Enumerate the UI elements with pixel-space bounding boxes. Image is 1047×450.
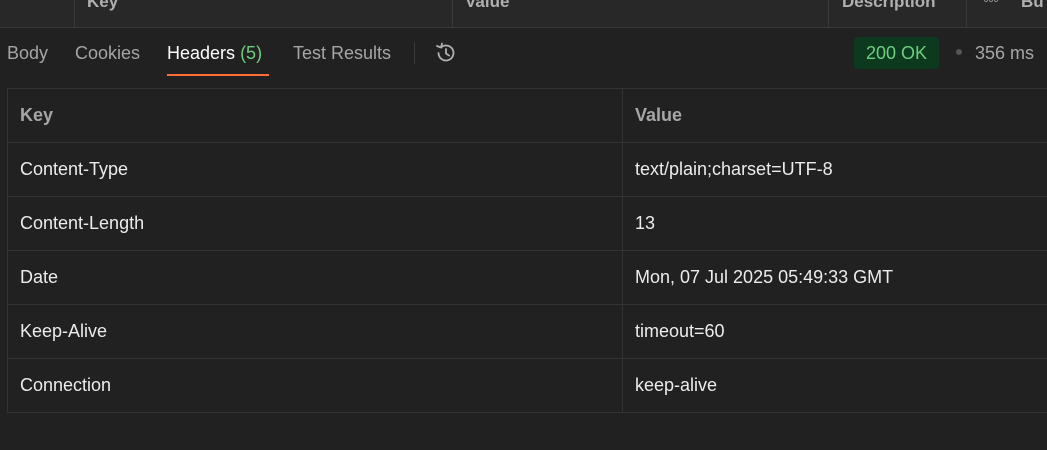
tab-cookies[interactable]: Cookies	[75, 42, 140, 64]
tab-body[interactable]: Body	[7, 42, 48, 64]
header-key[interactable]: Date	[20, 251, 58, 304]
header-key[interactable]: Content-Type	[20, 143, 128, 196]
column-divider	[622, 359, 623, 412]
table-header-row: Key Value	[8, 89, 1047, 143]
header-value[interactable]: 13	[635, 197, 655, 250]
column-divider	[622, 197, 623, 250]
params-column-value: Value	[465, 0, 510, 11]
table-row: Content-Length 13	[8, 197, 1047, 251]
response-panel: Key Value Description Bu Body Cookies He…	[0, 0, 1047, 450]
tab-headers-count: (5)	[240, 43, 263, 63]
more-dots-icon[interactable]	[983, 0, 999, 12]
column-divider	[622, 143, 623, 196]
tab-test-results[interactable]: Test Results	[293, 42, 391, 64]
params-column-key: Key	[87, 0, 119, 11]
response-time[interactable]: 356 ms	[975, 42, 1034, 64]
separator-dot	[956, 49, 962, 55]
bulk-edit-label[interactable]: Bu	[1021, 0, 1044, 27]
header-value[interactable]: timeout=60	[635, 305, 725, 358]
header-value[interactable]: keep-alive	[635, 359, 717, 412]
header-key[interactable]: Connection	[20, 359, 111, 412]
table-row: Connection keep-alive	[8, 359, 1047, 412]
header-key[interactable]: Content-Length	[20, 197, 144, 250]
column-divider	[622, 251, 623, 304]
tab-headers-label: Headers	[167, 43, 236, 63]
column-divider	[452, 0, 453, 27]
column-divider	[966, 0, 967, 27]
params-column-description: Description	[842, 0, 936, 11]
tab-separator	[414, 42, 415, 64]
active-tab-indicator	[167, 74, 269, 76]
header-value[interactable]: Mon, 07 Jul 2025 05:49:33 GMT	[635, 251, 893, 304]
header-key[interactable]: Keep-Alive	[20, 305, 107, 358]
status-badge[interactable]: 200 OK	[854, 37, 940, 69]
header-value[interactable]: text/plain;charset=UTF-8	[635, 143, 833, 196]
column-divider	[828, 0, 829, 27]
column-divider	[622, 89, 623, 142]
column-divider	[74, 0, 75, 27]
history-icon[interactable]	[433, 40, 459, 66]
params-table-header: Key Value Description Bu	[0, 0, 1047, 28]
response-tabs: Body Cookies Headers (5) Test Results 20…	[0, 28, 1047, 76]
headers-table: Key Value Content-Type text/plain;charse…	[7, 88, 1047, 413]
tab-headers[interactable]: Headers (5)	[167, 42, 262, 64]
column-key: Key	[20, 105, 54, 125]
column-divider	[622, 305, 623, 358]
table-row: Date Mon, 07 Jul 2025 05:49:33 GMT	[8, 251, 1047, 305]
column-value: Value	[635, 105, 683, 125]
table-row: Content-Type text/plain;charset=UTF-8	[8, 143, 1047, 197]
table-row: Keep-Alive timeout=60	[8, 305, 1047, 359]
